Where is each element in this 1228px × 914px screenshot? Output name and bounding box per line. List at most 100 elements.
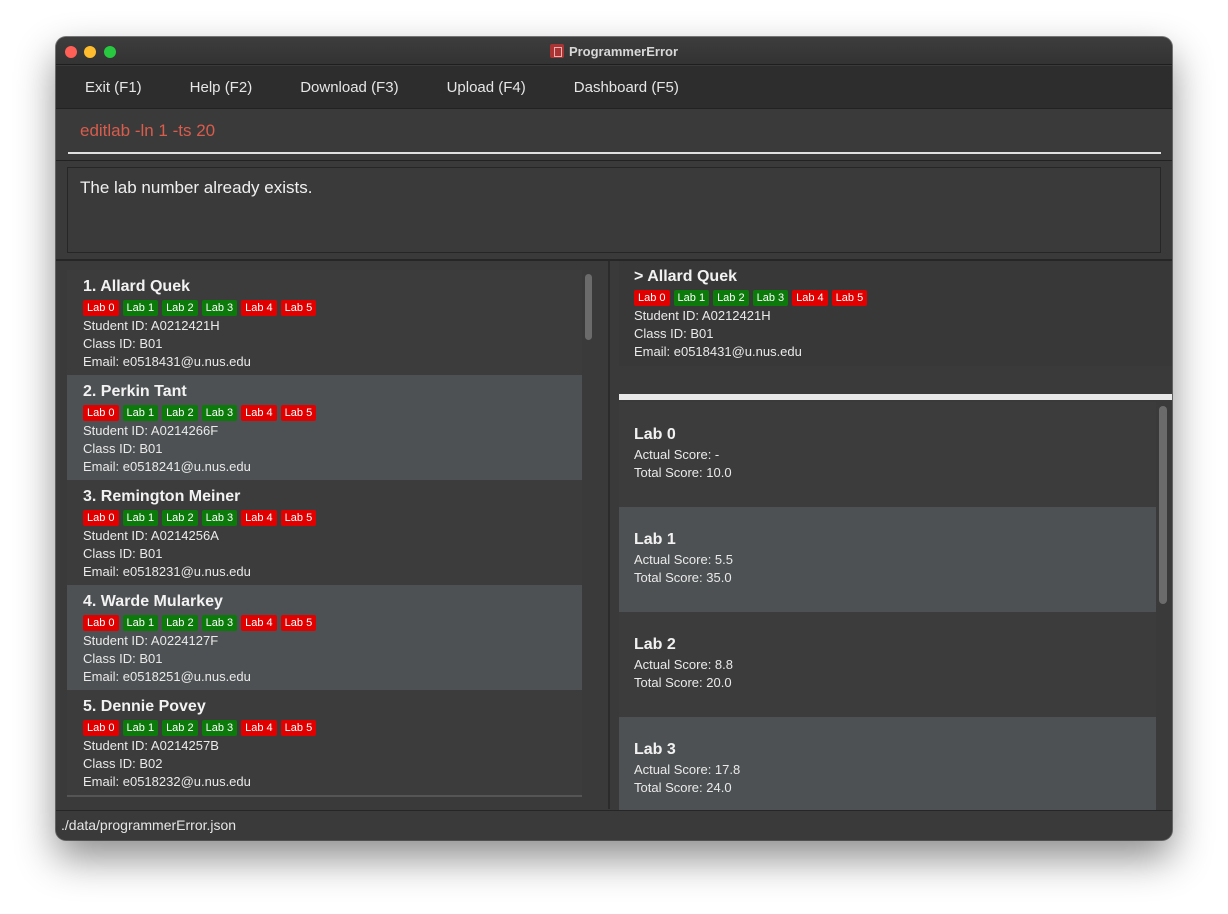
lab-tag: Lab 0	[634, 290, 670, 306]
scrollbar-thumb[interactable]	[585, 274, 592, 340]
lab-total-score: Total Score: 10.0	[634, 465, 732, 480]
student-card[interactable]: 3. Remington Meiner Lab 0 Lab 1 Lab 2 La…	[67, 480, 582, 585]
lab-tag: Lab 1	[122, 405, 159, 421]
lab-tag: Lab 4	[241, 405, 277, 421]
student-id: Student ID: A0214257B	[83, 738, 219, 753]
title-bar: ProgrammerError	[56, 37, 1172, 65]
detail-spacer	[619, 366, 1172, 393]
student-email: Email: e0518241@u.nus.edu	[83, 459, 251, 474]
lab-result-card[interactable]: Lab 0 Actual Score: - Total Score: 10.0	[619, 402, 1156, 507]
lab-results-panel[interactable]: Lab 0 Actual Score: - Total Score: 10.0 …	[619, 402, 1172, 810]
detail-class-id: Class ID: B01	[634, 326, 714, 341]
class-id: Class ID: B01	[83, 651, 163, 666]
lab-title: Lab 1	[634, 531, 676, 548]
detail-email: Email: e0518431@u.nus.edu	[634, 344, 802, 359]
window-title: ProgrammerError	[568, 43, 679, 59]
student-id: Student ID: A0224127F	[83, 633, 219, 648]
student-id: Student ID: A0212421H	[83, 318, 220, 333]
menu-dashboard[interactable]: Dashboard (F5)	[558, 79, 695, 96]
split-pane-divider[interactable]	[608, 261, 610, 809]
lab-title: Lab 3	[634, 741, 676, 758]
lab-tag: Lab 3	[201, 510, 238, 526]
lab-tag: Lab 1	[122, 510, 159, 526]
scrollbar-thumb[interactable]	[1159, 406, 1167, 604]
window-title-wrap: ProgrammerError	[56, 37, 1172, 65]
student-email: Email: e0518232@u.nus.edu	[83, 774, 251, 789]
lab-result-card[interactable]: Lab 3 Actual Score: 17.8 Total Score: 24…	[619, 717, 1156, 810]
panel-separator	[619, 394, 1172, 400]
list-bottom-divider	[67, 795, 582, 797]
lab-tag: Lab 1	[673, 290, 710, 306]
lab-tag: Lab 2	[162, 300, 198, 316]
menu-upload[interactable]: Upload (F4)	[431, 79, 542, 96]
lab-actual-score: Actual Score: 5.5	[634, 552, 733, 567]
lab-result-card[interactable]: Lab 2 Actual Score: 8.8 Total Score: 20.…	[619, 612, 1156, 717]
lab-tag: Lab 4	[792, 290, 828, 306]
lab-tag: Lab 2	[713, 290, 749, 306]
lab-tags: Lab 0 Lab 1 Lab 2 Lab 3 Lab 4 Lab 5	[83, 614, 582, 632]
student-email: Email: e0518231@u.nus.edu	[83, 564, 251, 579]
lab-tag: Lab 0	[83, 720, 119, 736]
lab-total-score: Total Score: 20.0	[634, 675, 732, 690]
lab-tag: Lab 5	[280, 720, 317, 736]
lab-tag: Lab 5	[280, 405, 317, 421]
status-bar: ./data/programmerError.json	[56, 810, 1172, 840]
student-card[interactable]: 4. Warde Mularkey Lab 0 Lab 1 Lab 2 Lab …	[67, 585, 582, 690]
lab-tag: Lab 4	[241, 720, 277, 736]
result-display: The lab number already exists.	[67, 167, 1161, 253]
detail-student-id: Student ID: A0212421H	[634, 308, 771, 323]
lab-tags: Lab 0 Lab 1 Lab 2 Lab 3 Lab 4 Lab 5	[83, 509, 582, 527]
lab-tags: Lab 0 Lab 1 Lab 2 Lab 3 Lab 4 Lab 5	[83, 299, 582, 317]
menu-exit[interactable]: Exit (F1)	[69, 79, 158, 96]
student-name: 4. Warde Mularkey	[83, 593, 223, 610]
student-card[interactable]: 5. Dennie Povey Lab 0 Lab 1 Lab 2 Lab 3 …	[67, 690, 582, 795]
lab-tag: Lab 1	[122, 615, 159, 631]
divider	[56, 160, 1172, 161]
student-list-panel[interactable]: 1. Allard Quek Lab 0 Lab 1 Lab 2 Lab 3 L…	[67, 270, 593, 799]
lab-tags: Lab 0 Lab 1 Lab 2 Lab 3 Lab 4 Lab 5	[83, 404, 582, 422]
student-name: 1. Allard Quek	[83, 278, 190, 295]
lab-actual-score: Actual Score: 17.8	[634, 762, 741, 777]
lab-tag: Lab 1	[122, 720, 159, 736]
lab-tag: Lab 2	[162, 510, 198, 526]
menu-help[interactable]: Help (F2)	[174, 79, 269, 96]
lab-tag: Lab 1	[122, 300, 159, 316]
lab-tag: Lab 0	[83, 510, 119, 526]
lab-tag: Lab 3	[201, 405, 238, 421]
result-message: The lab number already exists.	[80, 178, 313, 197]
lab-tag: Lab 3	[201, 300, 238, 316]
data-file-path: ./data/programmerError.json	[61, 817, 237, 833]
lab-total-score: Total Score: 35.0	[634, 570, 732, 585]
lab-title: Lab 2	[634, 636, 676, 653]
student-detail-panel: > Allard Quek Lab 0 Lab 1 Lab 2 Lab 3 La…	[619, 261, 1172, 366]
lab-tag: Lab 3	[201, 615, 238, 631]
command-input[interactable]	[68, 110, 1161, 154]
app-window: ProgrammerError Exit (F1) Help (F2) Down…	[56, 37, 1172, 840]
lab-tag: Lab 5	[280, 510, 317, 526]
student-list-scrollbar[interactable]	[584, 270, 593, 799]
lab-tag: Lab 2	[162, 720, 198, 736]
student-name: 2. Perkin Tant	[83, 383, 187, 400]
lab-tag: Lab 3	[201, 720, 238, 736]
lab-title: Lab 0	[634, 426, 676, 443]
student-card[interactable]: 1. Allard Quek Lab 0 Lab 1 Lab 2 Lab 3 L…	[67, 270, 582, 375]
lab-tag: Lab 2	[162, 405, 198, 421]
lab-list-scrollbar[interactable]	[1158, 402, 1168, 810]
student-name: 3. Remington Meiner	[83, 488, 241, 505]
lab-tag: Lab 0	[83, 615, 119, 631]
detail-lab-tags: Lab 0 Lab 1 Lab 2 Lab 3 Lab 4 Lab 5	[634, 289, 1172, 307]
lab-tag: Lab 4	[241, 300, 277, 316]
lab-tag: Lab 2	[162, 615, 198, 631]
menu-download[interactable]: Download (F3)	[284, 79, 414, 96]
lab-actual-score: Actual Score: 8.8	[634, 657, 733, 672]
student-id: Student ID: A0214256A	[83, 528, 219, 543]
class-id: Class ID: B01	[83, 336, 163, 351]
lab-result-card[interactable]: Lab 1 Actual Score: 5.5 Total Score: 35.…	[619, 507, 1156, 612]
detail-student-name: > Allard Quek	[634, 268, 737, 285]
student-email: Email: e0518251@u.nus.edu	[83, 669, 251, 684]
lab-tag: Lab 0	[83, 405, 119, 421]
student-card[interactable]: 2. Perkin Tant Lab 0 Lab 1 Lab 2 Lab 3 L…	[67, 375, 582, 480]
lab-actual-score: Actual Score: -	[634, 447, 720, 462]
lab-tag: Lab 0	[83, 300, 119, 316]
class-id: Class ID: B01	[83, 441, 163, 456]
